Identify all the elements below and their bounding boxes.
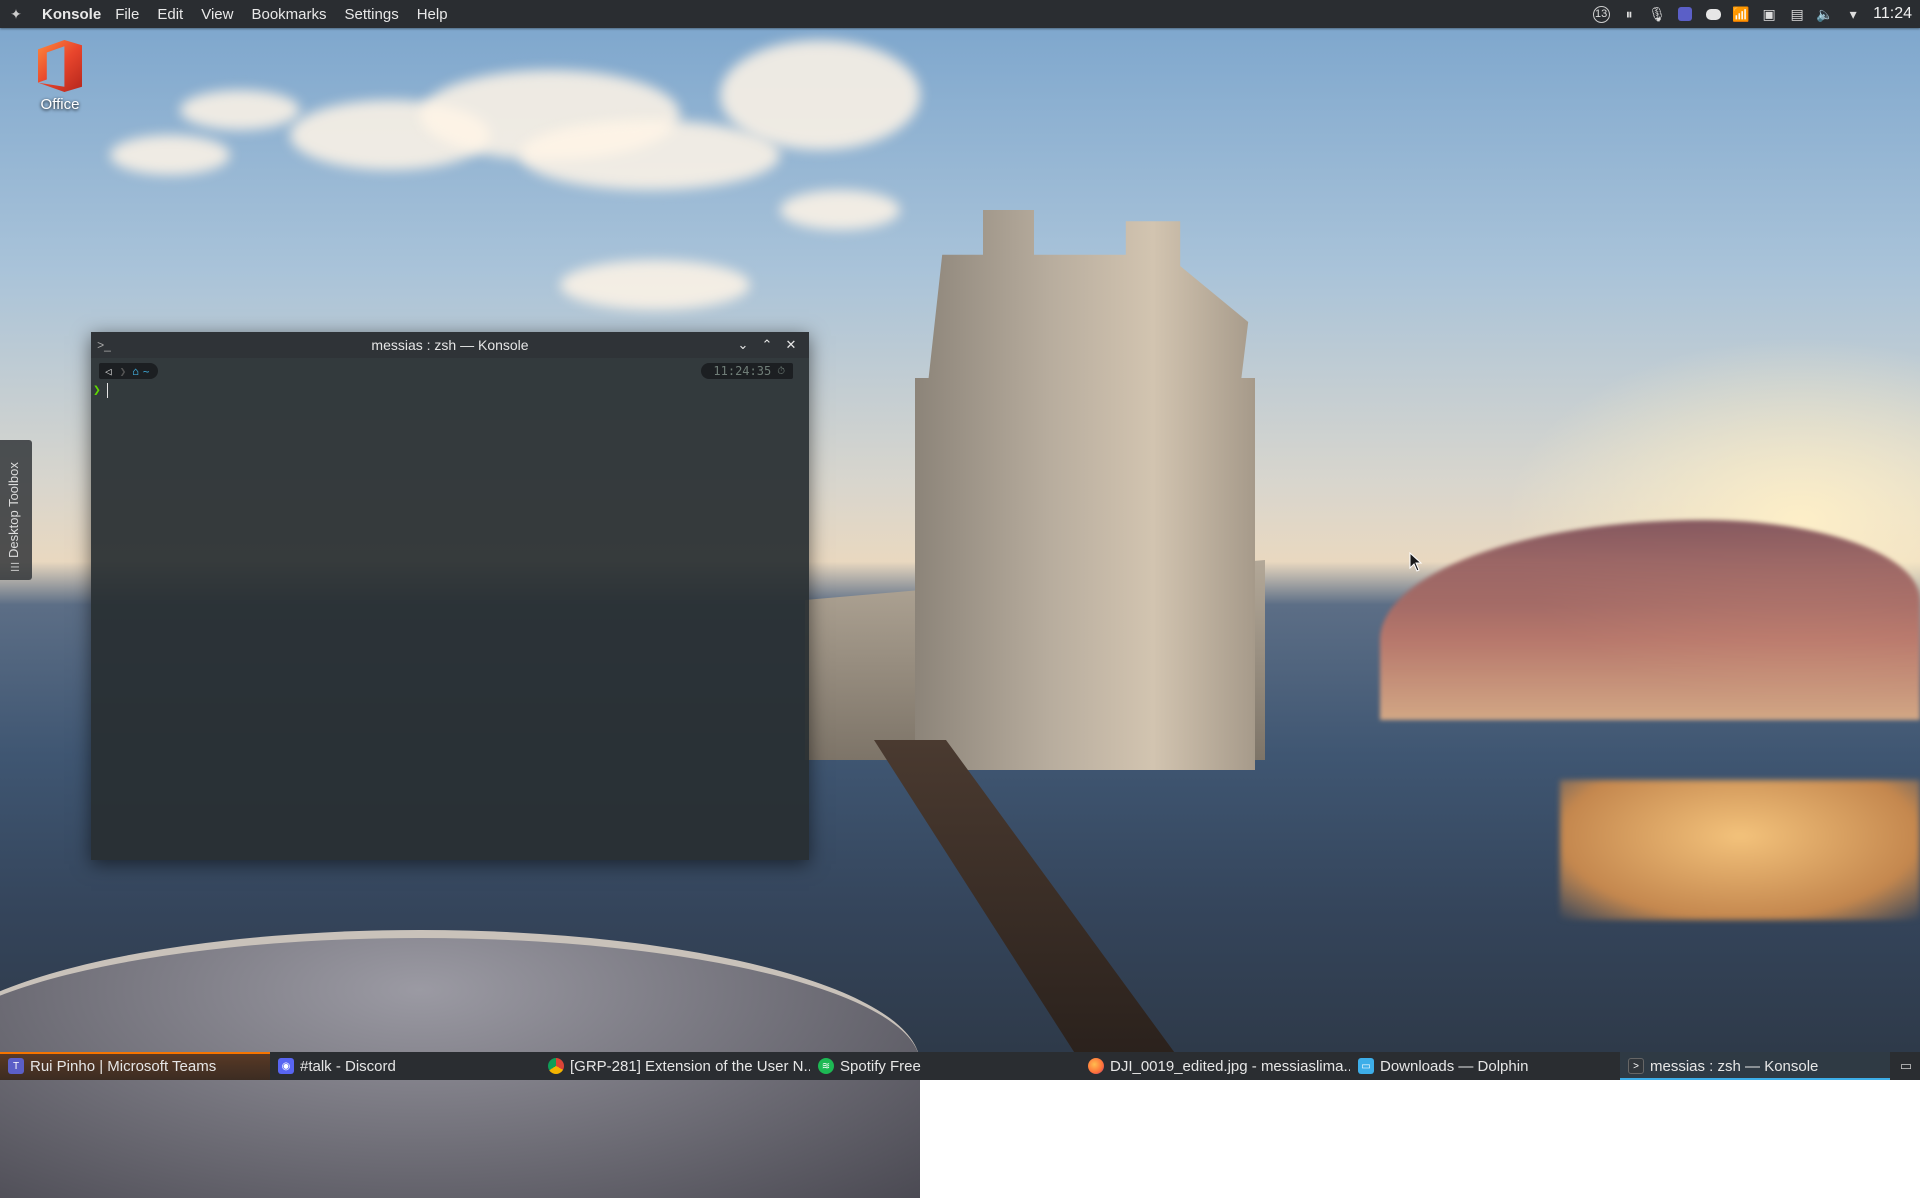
prompt-time: 11:24:35 xyxy=(713,364,772,378)
spotify-icon: ≋ xyxy=(818,1058,834,1074)
wifi-icon[interactable]: 📶 xyxy=(1727,0,1755,28)
desktop-icon-office[interactable]: Office xyxy=(22,40,98,113)
window-title: messias : zsh — Konsole xyxy=(371,337,529,353)
volume-icon[interactable]: 🔈 xyxy=(1811,0,1839,28)
minimize-button[interactable]: ⌄ xyxy=(731,333,755,357)
task-label: Rui Pinho | Microsoft Teams xyxy=(30,1057,217,1075)
close-button[interactable]: ✕ xyxy=(779,333,803,357)
mouse-pointer-icon xyxy=(1409,552,1423,572)
task-label: #talk - Discord xyxy=(300,1057,396,1075)
cloud xyxy=(180,90,300,130)
clock-icon: ⏱ xyxy=(777,365,785,377)
menu-view[interactable]: View xyxy=(201,6,233,23)
cloud xyxy=(110,135,230,175)
prompt-char: ❯ xyxy=(93,382,101,398)
task-label: messias : zsh — Konsole xyxy=(1650,1057,1819,1075)
task-label: Spotify Free xyxy=(840,1057,921,1075)
task-label: Downloads — Dolphin xyxy=(1380,1057,1529,1075)
cloud xyxy=(560,260,750,310)
desktop-icon-label: Office xyxy=(40,96,80,113)
task-spotify[interactable]: ≋ Spotify Free xyxy=(810,1052,1080,1080)
menu-help[interactable]: Help xyxy=(417,6,448,23)
teams-tray-icon[interactable] xyxy=(1671,0,1699,28)
window-titlebar[interactable]: >_ messias : zsh — Konsole ⌄ ⌃ ✕ xyxy=(91,332,809,358)
tray-expand-icon[interactable]: ▾ xyxy=(1839,0,1867,28)
menu-bookmarks[interactable]: Bookmarks xyxy=(251,6,326,23)
terminal-icon[interactable]: >_ xyxy=(91,338,117,352)
cloud xyxy=(780,190,900,230)
hamburger-icon: ☰ xyxy=(10,562,20,574)
show-desktop-icon[interactable]: ▭ xyxy=(1892,1052,1920,1080)
teams-icon: T xyxy=(8,1058,24,1074)
cloud xyxy=(520,120,780,190)
cloud xyxy=(720,40,920,150)
task-label: [GRP-281] Extension of the User N... xyxy=(570,1057,810,1075)
discord-tray-icon[interactable] xyxy=(1699,0,1727,28)
prompt-separator-icon: ❯ xyxy=(119,364,127,378)
dolphin-icon: ▭ xyxy=(1358,1058,1374,1074)
office-icon xyxy=(38,40,82,92)
media-pause-icon[interactable]: ⏸ xyxy=(1615,0,1643,28)
updates-badge: 13 xyxy=(1592,5,1610,23)
text-cursor xyxy=(107,382,108,398)
task-konsole[interactable]: > messias : zsh — Konsole xyxy=(1620,1052,1890,1080)
task-label: DJI_0019_edited.jpg - messiaslima.... xyxy=(1110,1057,1350,1075)
taskbar: T Rui Pinho | Microsoft Teams ◉ #talk - … xyxy=(0,1052,1920,1080)
os-icon: ◁ xyxy=(105,364,112,378)
window-controls: ⌄ ⌃ ✕ xyxy=(731,332,803,358)
prompt-line: ◁ ❯ ⌂ ~ 11:24:35 ⏱ xyxy=(91,360,809,380)
active-app-name[interactable]: Konsole xyxy=(42,6,101,23)
task-chrome[interactable]: [GRP-281] Extension of the User N... xyxy=(540,1052,810,1080)
updates-icon[interactable]: 13 xyxy=(1587,0,1615,28)
task-teams[interactable]: T Rui Pinho | Microsoft Teams xyxy=(0,1052,270,1080)
shoreline xyxy=(1380,520,1920,720)
microphone-icon[interactable]: 🎙 xyxy=(1643,0,1671,28)
launcher-icon[interactable]: ✦ xyxy=(2,0,30,28)
menu-edit[interactable]: Edit xyxy=(157,6,183,23)
task-discord[interactable]: ◉ #talk - Discord xyxy=(270,1052,540,1080)
menu-settings[interactable]: Settings xyxy=(345,6,399,23)
terminal-input[interactable]: ❯ xyxy=(91,380,809,400)
home-icon: ⌂ xyxy=(132,364,139,378)
prompt-directory: ~ xyxy=(142,364,150,378)
clock[interactable]: 11:24 xyxy=(1873,5,1912,23)
task-dolphin[interactable]: ▭ Downloads — Dolphin xyxy=(1350,1052,1620,1080)
clipboard-icon[interactable]: ▤ xyxy=(1783,0,1811,28)
chrome-icon xyxy=(548,1058,564,1074)
maximize-button[interactable]: ⌃ xyxy=(755,333,779,357)
firefox-icon xyxy=(1088,1058,1104,1074)
prompt-segment-left: ◁ ❯ ⌂ ~ xyxy=(99,363,158,379)
menu-file[interactable]: File xyxy=(115,6,139,23)
discord-icon: ◉ xyxy=(278,1058,294,1074)
desktop-toolbox[interactable]: Desktop Toolbox ☰ xyxy=(0,440,32,580)
system-tray: 13 ⏸ 🎙 📶 ▣ ▤ 🔈 ▾ 11:24 xyxy=(1587,0,1920,28)
beach xyxy=(1560,780,1920,920)
top-panel: ✦ Konsole File Edit View Bookmarks Setti… xyxy=(0,0,1920,28)
desktop-toolbox-label: Desktop Toolbox xyxy=(6,462,21,558)
konsole-icon: > xyxy=(1628,1058,1644,1074)
konsole-window[interactable]: >_ messias : zsh — Konsole ⌄ ⌃ ✕ ◁ ❯ ⌂ ~… xyxy=(91,332,809,860)
prompt-segment-right: 11:24:35 ⏱ xyxy=(701,363,793,379)
belem-tower xyxy=(915,210,1255,770)
task-firefox[interactable]: DJI_0019_edited.jpg - messiaslima.... xyxy=(1080,1052,1350,1080)
vault-icon[interactable]: ▣ xyxy=(1755,0,1783,28)
